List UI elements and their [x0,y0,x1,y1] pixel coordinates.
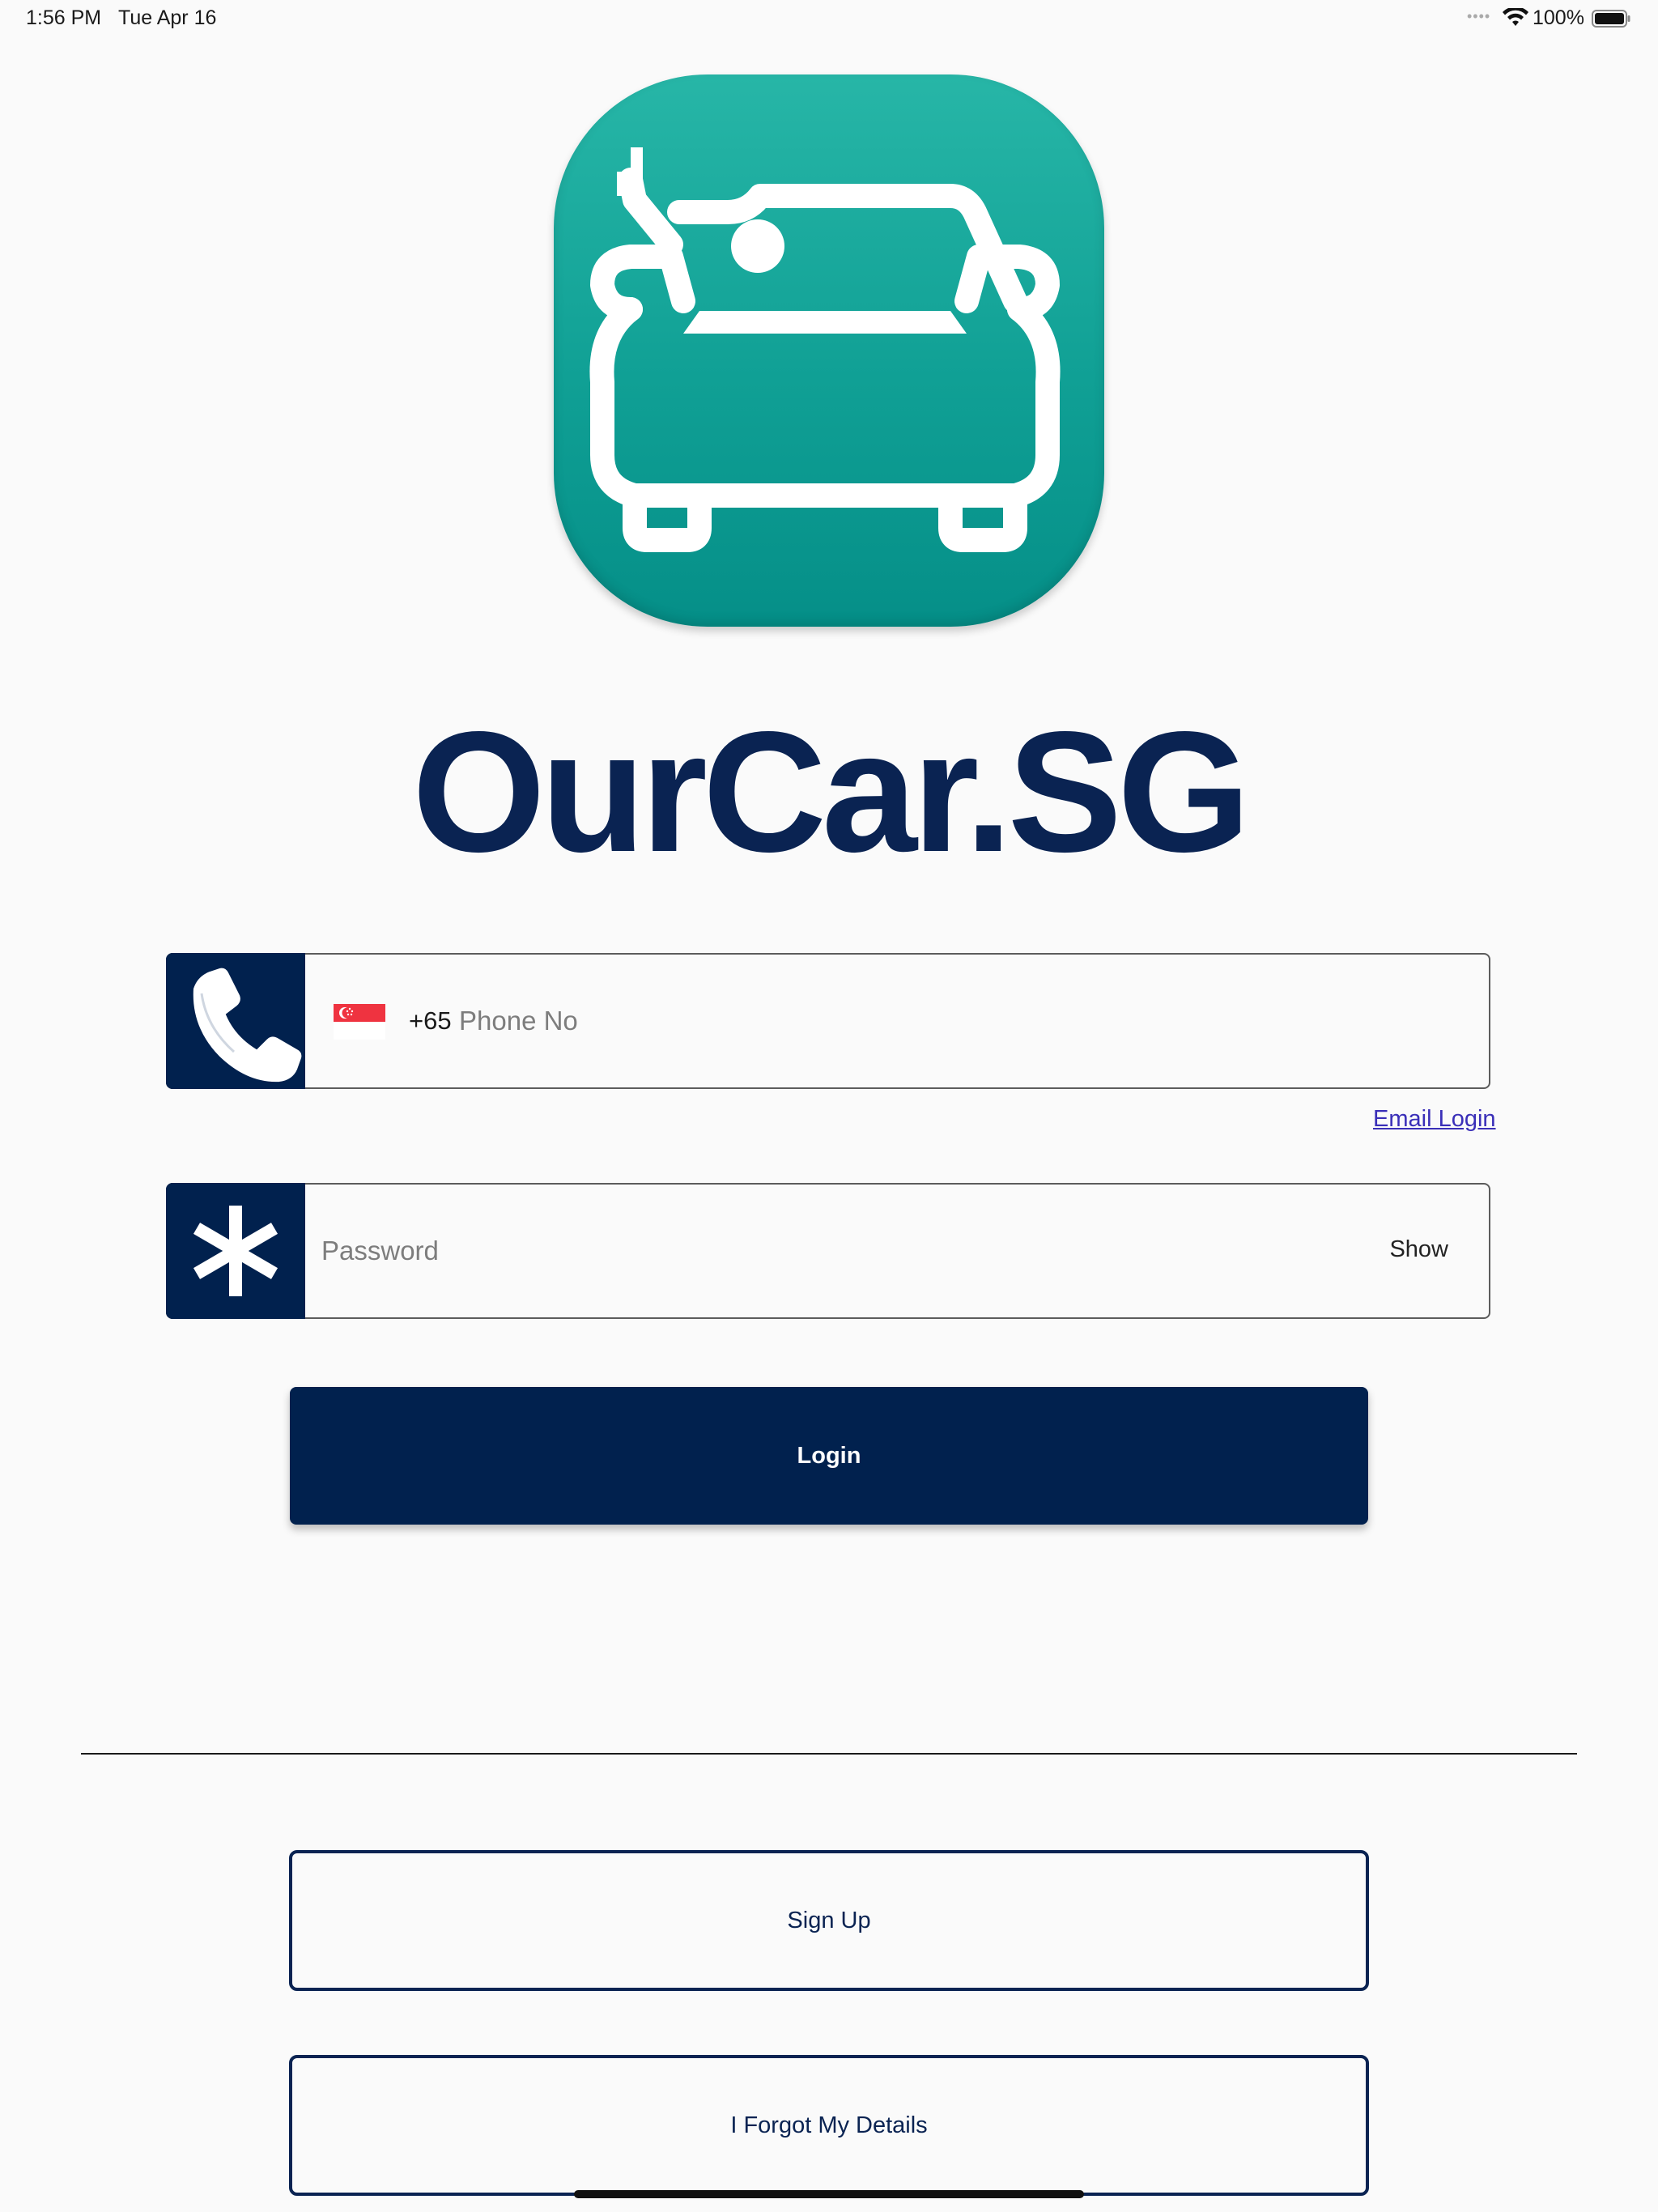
status-date: Tue Apr 16 [118,6,217,29]
divider [81,1753,1577,1755]
battery-percent: 100% [1533,6,1584,29]
country-code[interactable]: +65 [409,1006,452,1036]
singapore-flag-icon [334,1004,385,1040]
home-indicator[interactable] [574,2190,1084,2198]
wifi-icon [1503,8,1528,26]
brand-title: OurCar.SG [412,696,1251,887]
asterisk-icon [193,1206,278,1296]
phone-icon-box [166,953,305,1089]
app-logo-icon [554,74,1104,627]
status-bar: 1:56 PM Tue Apr 16 •••• 100% [0,0,1658,39]
phone-input[interactable] [459,995,1431,1047]
password-field[interactable]: Show [166,1183,1490,1319]
password-icon-box [166,1183,305,1319]
sign-up-button[interactable]: Sign Up [289,1850,1369,1991]
login-button[interactable]: Login [290,1387,1368,1525]
signal-dots: •••• [1467,8,1491,24]
phone-field[interactable]: +65 [166,953,1490,1089]
email-login-link[interactable]: Email Login [1373,1106,1496,1133]
battery-icon [1592,10,1630,28]
phone-icon [191,966,304,1084]
password-input[interactable] [321,1225,1293,1277]
car-with-driver-icon [589,147,1061,552]
status-time: 1:56 PM [26,6,102,29]
forgot-details-button[interactable]: I Forgot My Details [289,2055,1369,2196]
show-password-toggle[interactable]: Show [1389,1236,1448,1263]
